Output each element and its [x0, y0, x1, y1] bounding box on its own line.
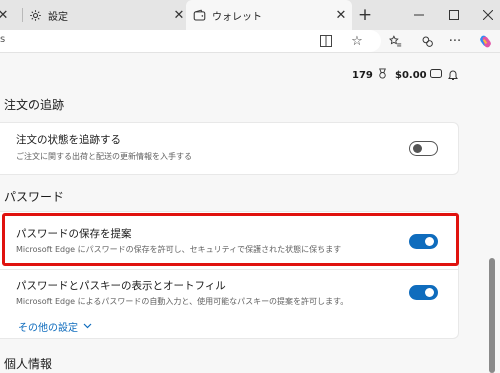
address-bar[interactable]: s ☆	[0, 30, 381, 52]
balance-value: $0.00	[395, 69, 427, 81]
scrollbar-thumb[interactable]	[489, 258, 495, 373]
tab-separator	[22, 8, 23, 22]
close-icon[interactable]: ✕	[172, 8, 186, 23]
bell-icon[interactable]	[447, 67, 459, 83]
highlight-box	[2, 213, 459, 266]
toolbar: s ☆ ···	[0, 30, 500, 52]
new-tab-button[interactable]: +	[356, 6, 374, 24]
more-settings-link[interactable]: その他の設定	[18, 319, 92, 334]
toggle-knob	[425, 288, 434, 297]
tab-partial[interactable]: ✕	[0, 0, 10, 30]
tab-strip: ✕ 設定 ✕ ウォレット ✕ +	[0, 0, 500, 30]
tab-settings[interactable]: 設定 ✕	[26, 0, 186, 30]
rewards-icon	[377, 68, 388, 82]
close-icon[interactable]: ✕	[0, 8, 10, 23]
minimize-icon[interactable]	[410, 6, 428, 24]
tab-label: 設定	[48, 11, 68, 23]
tab-label: ウォレット	[212, 11, 262, 23]
wallet-balance[interactable]: $0.00	[395, 67, 442, 83]
order-tracking-label: 注文の状態を追跡する	[16, 134, 121, 146]
section-title-passwords: パスワード	[4, 190, 65, 204]
order-tracking-toggle[interactable]	[409, 141, 438, 156]
tab-wallet[interactable]: ウォレット ✕	[186, 0, 352, 30]
maximize-icon[interactable]	[445, 6, 463, 24]
more-icon[interactable]: ···	[446, 32, 464, 50]
section-title-personal-info: 個人情報	[4, 357, 53, 371]
row-separator	[0, 269, 459, 270]
gear-icon	[28, 8, 42, 22]
more-settings-label: その他の設定	[18, 323, 78, 334]
password-autofill-description: Microsoft Edge によるパスワードの自動入力と、使用可能なパスキーの…	[16, 297, 349, 306]
wallet-icon	[192, 8, 206, 22]
chevron-down-icon	[83, 321, 92, 332]
address-text: s	[0, 34, 6, 45]
split-screen-icon[interactable]	[317, 32, 335, 50]
wallet-settings-page: 179 $0.00 注文の追跡 注文の状態を追跡する ご注文に関する出荷と配送の…	[0, 53, 500, 373]
favorites-icon[interactable]	[386, 32, 404, 50]
favorite-star-icon[interactable]: ☆	[348, 32, 366, 50]
password-autofill-toggle[interactable]	[409, 285, 438, 300]
close-icon[interactable]	[479, 6, 497, 24]
section-title-order-tracking: 注文の追跡	[4, 98, 65, 112]
points-value: 179	[352, 69, 373, 81]
card-icon	[429, 69, 442, 81]
password-autofill-label: パスワードとパスキーの表示とオートフィル	[16, 280, 226, 292]
toggle-knob	[413, 144, 422, 153]
collections-icon[interactable]	[418, 32, 436, 50]
order-tracking-card: 注文の状態を追跡する ご注文に関する出荷と配送の更新情報を入手する	[0, 122, 459, 175]
copilot-icon[interactable]	[476, 32, 494, 50]
close-icon[interactable]: ✕	[334, 8, 348, 23]
rewards-points[interactable]: 179	[352, 67, 388, 83]
order-tracking-description: ご注文に関する出荷と配送の更新情報を入手する	[16, 152, 192, 161]
